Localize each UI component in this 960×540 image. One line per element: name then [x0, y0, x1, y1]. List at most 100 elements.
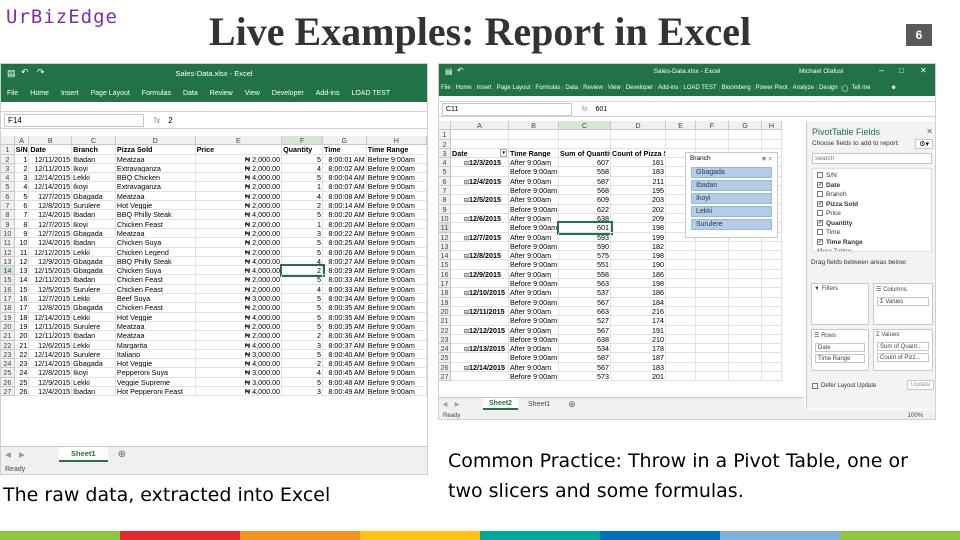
pivot-cell[interactable]: After 9:00am	[509, 232, 559, 242]
pivot-cell[interactable]: 587	[559, 353, 611, 363]
table-cell[interactable]: Chicken Feast	[115, 219, 196, 229]
collapse-icon[interactable]: ⊟	[452, 198, 469, 203]
table-cell[interactable]: 8:00:29 AM	[322, 266, 367, 276]
table-cell[interactable]	[666, 130, 696, 140]
row-number[interactable]: 9	[439, 204, 451, 214]
table-cell[interactable]	[666, 344, 696, 354]
table-cell[interactable]: Lekki	[72, 294, 116, 304]
row-number[interactable]: 27	[1, 387, 15, 397]
pivot-cell[interactable]: 593	[559, 232, 611, 242]
table-cell[interactable]: Hot Veggie	[115, 312, 196, 322]
table-cell[interactable]: 12/11/2015	[29, 275, 73, 285]
table-cell[interactable]: Before 9:00am	[366, 368, 427, 378]
table-cell[interactable]: ₦ 2,000.00	[195, 228, 283, 239]
table-cell[interactable]: 5	[282, 321, 323, 332]
table-cell[interactable]: Before 9:00am	[366, 387, 427, 397]
table-cell[interactable]: Before 9:00am	[366, 377, 427, 388]
pivot-cell[interactable]: After 9:00am	[509, 195, 559, 205]
pivot-cell[interactable]: 183	[611, 362, 666, 373]
pivot-cell[interactable]: Before 9:00am	[509, 334, 559, 345]
corner-cell[interactable]	[439, 121, 451, 131]
ribbon-tab-page-layout[interactable]: Page Layout	[495, 85, 534, 91]
column-letter[interactable]: B	[29, 136, 73, 146]
filters-area[interactable]: ▼ Filters	[811, 283, 869, 325]
ribbon-tab-formulas[interactable]: Formulas	[136, 90, 177, 97]
row-number[interactable]: 27	[439, 372, 451, 382]
table-cell[interactable]: 8:00:35 AM	[322, 321, 367, 332]
pivot-cell[interactable]	[451, 204, 509, 214]
table-cell[interactable]	[696, 325, 729, 335]
pivot-cell[interactable]: Before 9:00am	[509, 316, 559, 326]
row-number[interactable]: 23	[1, 349, 15, 360]
table-cell[interactable]: Before 9:00am	[366, 331, 427, 341]
pivot-cell[interactable]: 199	[611, 232, 666, 242]
pivot-cell[interactable]: Before 9:00am	[509, 167, 559, 177]
pivot-cell[interactable]: 195	[611, 186, 666, 196]
table-cell[interactable]: 3	[282, 340, 323, 350]
table-cell[interactable]: 8:00:34 AM	[322, 294, 367, 304]
table-cell[interactable]: Before 9:00am	[366, 294, 427, 304]
table-cell[interactable]: 8:00:36 AM	[322, 331, 367, 341]
table-cell[interactable]: 8:00:20 AM	[322, 219, 367, 229]
table-cell[interactable]: ₦ 2,000.00	[195, 191, 283, 202]
pivot-cell[interactable]: 551	[559, 260, 611, 270]
table-cell[interactable]: ₦ 2,000.00	[195, 247, 283, 257]
table-cell[interactable]	[509, 139, 559, 149]
table-cell[interactable]: 8:00:20 AM	[322, 210, 367, 220]
pivot-cell[interactable]: After 9:00am	[509, 344, 559, 354]
table-cell[interactable]: Ibadan	[72, 238, 116, 248]
column-letter[interactable]: H	[366, 136, 427, 146]
table-cell[interactable]	[729, 316, 762, 326]
table-cell[interactable]: ₦ 3,000.00	[195, 377, 283, 388]
ribbon-tab-data[interactable]: Data	[563, 85, 582, 91]
table-cell[interactable]: 5	[282, 247, 323, 257]
table-cell[interactable]: Meatzaa	[115, 154, 196, 164]
table-cell[interactable]: Before 9:00am	[366, 303, 427, 313]
pivot-cell[interactable]: Before 9:00am	[509, 260, 559, 270]
table-cell[interactable]	[611, 130, 666, 140]
collapse-icon[interactable]: ⊟	[452, 366, 469, 371]
pivot-cell[interactable]: ⊟12/6/2015	[451, 213, 509, 224]
pivot-header[interactable]: Time Range ▾	[509, 148, 559, 159]
row-number[interactable]: 17	[1, 294, 15, 304]
table-cell[interactable]: 12/11/2015	[29, 163, 73, 174]
table-cell[interactable]: ₦ 4,000.00	[195, 266, 283, 276]
table-cell[interactable]: 14	[14, 275, 30, 285]
table-cell[interactable]: ₦ 2,000.00	[195, 284, 283, 295]
table-cell[interactable]: Before 9:00am	[366, 154, 427, 164]
table-cell[interactable]: 19	[14, 321, 30, 332]
table-cell[interactable]	[729, 297, 762, 307]
table-cell[interactable]	[696, 353, 729, 363]
pivot-cell[interactable]: 607	[559, 158, 611, 168]
pivot-cell[interactable]: After 9:00am	[509, 306, 559, 317]
table-cell[interactable]: Gbagada	[72, 191, 116, 202]
table-cell[interactable]	[762, 325, 782, 335]
table-cell[interactable]: 4	[282, 284, 323, 295]
pivot-cell[interactable]: 567	[559, 362, 611, 373]
table-cell[interactable]: ₦ 2,000.00	[195, 154, 283, 164]
table-cell[interactable]	[696, 316, 729, 326]
collapse-icon[interactable]: ⊟	[452, 254, 469, 259]
table-cell[interactable]: 12/9/2015	[29, 256, 73, 267]
scroll-right-icon[interactable]: ▶	[15, 450, 29, 459]
ribbon-tab-formulas[interactable]: Formulas	[533, 85, 564, 91]
values-area[interactable]: Σ Values Sum of Quant... Count of Pizz...	[873, 329, 933, 371]
table-cell[interactable]	[666, 325, 696, 335]
ribbon-tab-developer[interactable]: Developer	[266, 90, 310, 97]
tell-me[interactable]: Tell me	[849, 85, 872, 91]
table-cell[interactable]: Before 9:00am	[366, 163, 427, 174]
pivot-cell[interactable]: 601	[557, 221, 613, 235]
row-number[interactable]: 23	[439, 334, 451, 345]
values-chip[interactable]: Sum of Quant...	[877, 342, 929, 351]
table-cell[interactable]: Veggie Supreme	[115, 377, 196, 388]
corner-cell[interactable]	[1, 136, 15, 146]
table-cell[interactable]: 5	[282, 238, 323, 248]
table-cell[interactable]: 17	[14, 303, 30, 313]
row-number[interactable]: 18	[439, 288, 451, 298]
table-cell[interactable]: 8:00:08 AM	[322, 191, 367, 202]
add-sheet-icon[interactable]: ⊕	[568, 399, 576, 410]
collapse-icon[interactable]: ⊟	[452, 310, 469, 315]
ribbon-tab-view[interactable]: View	[606, 85, 624, 91]
table-cell[interactable]: 5	[282, 312, 323, 322]
table-cell[interactable]	[696, 260, 729, 270]
